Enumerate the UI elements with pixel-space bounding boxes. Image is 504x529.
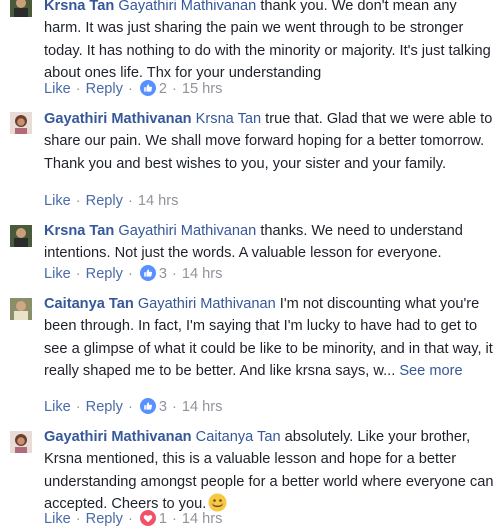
love-icon[interactable] [139, 510, 156, 526]
avatar[interactable] [10, 298, 32, 320]
comment-body: Gayathiri Mathivanan Caitanya Tan absolu… [44, 426, 494, 520]
comment-actions: Like · Reply · 3 · 14 hrs [44, 265, 223, 282]
like-button[interactable]: Like [44, 81, 71, 97]
comment-body: Caitanya Tan Gayathiri Mathivanan I'm no… [44, 293, 494, 383]
reaction-count[interactable]: 1 [159, 511, 167, 527]
reaction-count[interactable]: 3 [159, 266, 167, 282]
comment-thread: Krsna Tan Gayathiri Mathivanan thank you… [0, 0, 504, 528]
comment-time[interactable]: 15 hrs [182, 81, 223, 97]
avatar[interactable] [10, 0, 32, 17]
comment-mention[interactable]: Caitanya Tan [196, 429, 281, 445]
like-icon[interactable] [139, 398, 156, 414]
reply-button[interactable]: Reply [86, 511, 123, 527]
comment-mention[interactable]: Gayathiri Mathivanan [138, 296, 276, 312]
comment-body: Krsna Tan Gayathiri Mathivanan thanks. W… [44, 220, 494, 265]
comment-mention[interactable]: Gayathiri Mathivanan [118, 0, 256, 14]
avatar[interactable] [10, 225, 32, 247]
like-button[interactable]: Like [44, 193, 71, 209]
comment-time[interactable]: 14 hrs [182, 266, 223, 282]
comment-mention[interactable]: Krsna Tan [196, 111, 261, 127]
comment-actions: Like · Reply · 3 · 14 hrs [44, 398, 223, 415]
like-button[interactable]: Like [44, 266, 71, 282]
comment-author[interactable]: Gayathiri Mathivanan [44, 111, 192, 127]
like-icon[interactable] [139, 265, 156, 281]
comment-actions: Like · Reply · 2 · 15 hrs [44, 80, 223, 97]
like-button[interactable]: Like [44, 511, 71, 527]
like-button[interactable]: Like [44, 399, 71, 415]
comment-body: Krsna Tan Gayathiri Mathivanan thank you… [44, 0, 494, 85]
comment-author[interactable]: Krsna Tan [44, 223, 114, 239]
reply-button[interactable]: Reply [86, 81, 123, 97]
avatar[interactable] [10, 431, 32, 453]
comment-time[interactable]: 14 hrs [182, 399, 223, 415]
like-icon[interactable] [139, 80, 156, 96]
comment-author[interactable]: Caitanya Tan [44, 296, 134, 312]
comment-author[interactable]: Gayathiri Mathivanan [44, 429, 192, 445]
reply-button[interactable]: Reply [86, 193, 123, 209]
reply-button[interactable]: Reply [86, 399, 123, 415]
avatar[interactable] [10, 112, 32, 134]
reaction-count[interactable]: 2 [159, 81, 167, 97]
reaction-count[interactable]: 3 [159, 399, 167, 415]
comment-author[interactable]: Krsna Tan [44, 0, 114, 14]
comment-time[interactable]: 14 hrs [182, 511, 223, 527]
see-more-link[interactable]: See more [399, 363, 462, 379]
comment-actions: Like · Reply · 1 · 14 hrs [44, 510, 223, 527]
comment-actions: Like · Reply · 14 hrs [44, 193, 179, 209]
comment-time[interactable]: 14 hrs [138, 193, 179, 209]
comment-mention[interactable]: Gayathiri Mathivanan [118, 223, 256, 239]
reply-button[interactable]: Reply [86, 266, 123, 282]
comment-body: Gayathiri Mathivanan Krsna Tan true that… [44, 108, 494, 175]
